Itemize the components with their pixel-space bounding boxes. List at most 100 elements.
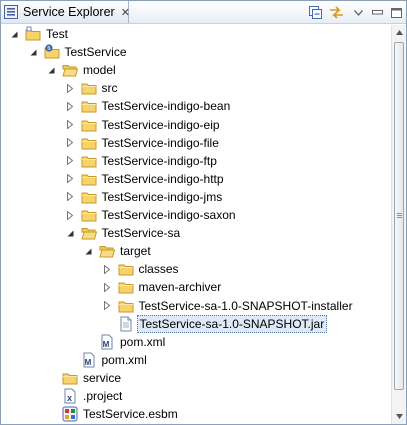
folder-open-icon xyxy=(62,62,79,78)
vertical-scrollbar[interactable] xyxy=(391,25,406,424)
scroll-down-arrow-icon[interactable] xyxy=(392,409,406,424)
view-title: Service Explorer xyxy=(23,5,115,19)
tree-item-label: TestService-sa-1.0-SNAPSHOT.jar xyxy=(136,314,328,333)
tree-item[interactable]: TestService-indigo-bean xyxy=(66,97,233,115)
tree-item-label: service xyxy=(83,370,122,385)
service-explorer-tab[interactable]: Service Explorer ✕ xyxy=(1,1,130,23)
tree-item-label: TestService.esbm xyxy=(83,407,178,422)
tree-item-label: TestService-indigo-http xyxy=(101,171,224,186)
collapse-twistie-icon[interactable] xyxy=(10,25,19,43)
expand-twistie-icon[interactable] xyxy=(66,206,75,224)
maven-pom-icon: M xyxy=(81,352,97,368)
folder-icon xyxy=(81,98,97,114)
tree-item[interactable]: src xyxy=(66,79,120,97)
xml-file-icon: x xyxy=(62,388,78,404)
tree-item-label: TestService-indigo-saxon xyxy=(101,208,236,222)
expand-twistie-icon[interactable] xyxy=(66,170,75,188)
file-icon xyxy=(118,316,134,332)
folder-icon xyxy=(81,171,97,187)
tree-item-label: TestService-sa xyxy=(101,226,181,241)
twistie-spacer xyxy=(47,405,56,423)
expand-twistie-icon[interactable] xyxy=(66,97,75,115)
expand-twistie-icon[interactable] xyxy=(66,188,75,206)
tree-item[interactable]: Test xyxy=(10,25,70,43)
folder-icon xyxy=(118,279,134,295)
tree-item-label: maven-archiver xyxy=(138,280,222,295)
collapse-twistie-icon[interactable] xyxy=(84,242,93,260)
tree-item-label: Test xyxy=(46,27,69,41)
tree-item[interactable]: target xyxy=(84,242,153,260)
view-menu-icon[interactable] xyxy=(351,5,366,20)
tree-item[interactable]: S TestService xyxy=(29,43,129,61)
folder-icon xyxy=(118,261,134,277)
scroll-up-arrow-icon[interactable] xyxy=(392,25,406,40)
tree-item[interactable]: TestService-sa-1.0-SNAPSHOT.jar xyxy=(103,314,328,333)
tree-item[interactable]: classes xyxy=(103,260,181,278)
minimize-icon[interactable] xyxy=(370,5,385,20)
tree-item-label: TestService-indigo-ftp xyxy=(101,153,217,168)
tree-item[interactable]: Mpom.xml xyxy=(84,333,167,351)
project-tree[interactable]: Test S TestService model src TestService-indi… xyxy=(1,25,391,424)
tree-item[interactable]: TestService-indigo-file xyxy=(66,134,221,152)
scrollbar-thumb[interactable] xyxy=(394,42,404,390)
close-icon[interactable]: ✕ xyxy=(121,6,130,19)
tree-item-label: TestService xyxy=(64,45,127,60)
folder-open-icon xyxy=(99,243,116,259)
twistie-spacer xyxy=(47,369,56,387)
tree-item-label: TestService-indigo-file xyxy=(101,135,219,150)
view-title-bar: Service Explorer ✕ xyxy=(1,1,406,24)
maximize-icon[interactable] xyxy=(389,5,404,20)
service-project-icon: S xyxy=(44,44,60,60)
tree-item-label: pom.xml xyxy=(101,352,147,367)
folder-icon xyxy=(81,153,97,169)
folder-icon xyxy=(81,189,97,205)
tree-item-label: target xyxy=(120,244,151,259)
expand-twistie-icon[interactable] xyxy=(66,152,75,170)
expand-twistie-icon[interactable] xyxy=(103,260,112,278)
expand-twistie-icon[interactable] xyxy=(66,134,75,152)
expand-twistie-icon[interactable] xyxy=(103,297,112,315)
expand-twistie-icon[interactable] xyxy=(66,116,75,134)
svg-text:M: M xyxy=(84,358,91,367)
tree-item-label: pom.xml xyxy=(120,334,166,349)
tree-item[interactable]: TestService-indigo-eip xyxy=(66,116,222,134)
expand-twistie-icon[interactable] xyxy=(103,278,112,296)
tree-item[interactable]: TestService.esbm xyxy=(47,405,180,423)
tree-item[interactable]: Mpom.xml xyxy=(66,351,149,369)
tree-item[interactable]: model xyxy=(47,61,118,79)
collapse-twistie-icon[interactable] xyxy=(66,224,75,242)
tree-item-label: src xyxy=(101,81,118,96)
tree-item[interactable]: x .project xyxy=(47,387,124,405)
tree-item-label: TestService-indigo-jms xyxy=(101,189,223,204)
tree-item[interactable]: maven-archiver xyxy=(103,278,224,296)
tree-item[interactable]: TestService-sa xyxy=(66,224,183,242)
tree-item-label: .project xyxy=(83,389,123,403)
collapse-twistie-icon[interactable] xyxy=(29,43,38,61)
service-explorer-view: Service Explorer ✕ Test S TestService mod xyxy=(0,0,407,425)
svg-text:M: M xyxy=(103,340,110,349)
tree-item[interactable]: TestService-indigo-jms xyxy=(66,188,225,206)
twistie-spacer xyxy=(66,351,75,369)
folder-icon xyxy=(81,207,97,223)
tree-item[interactable]: TestService-indigo-ftp xyxy=(66,152,219,170)
folder-icon xyxy=(118,298,134,314)
service-explorer-icon xyxy=(4,5,18,19)
twistie-spacer xyxy=(47,387,56,405)
collapse-all-icon[interactable] xyxy=(308,5,323,20)
twistie-spacer xyxy=(84,333,93,351)
folder-icon xyxy=(62,370,78,386)
tree-item[interactable]: TestService-indigo-saxon xyxy=(66,206,238,224)
esbm-file-icon xyxy=(62,406,78,422)
tree-item[interactable]: service xyxy=(47,369,123,387)
tree-item[interactable]: TestService-sa-1.0-SNAPSHOT-installer xyxy=(103,297,355,315)
expand-twistie-icon[interactable] xyxy=(66,79,75,97)
collapse-twistie-icon[interactable] xyxy=(47,61,56,79)
tree-item[interactable]: TestService-indigo-http xyxy=(66,170,226,188)
folder-icon xyxy=(81,80,97,96)
folder-icon xyxy=(81,135,97,151)
link-with-editor-icon[interactable] xyxy=(329,5,344,20)
folder-icon xyxy=(81,117,97,133)
tree-item-label: TestService-sa-1.0-SNAPSHOT-installer xyxy=(138,298,353,313)
svg-text:x: x xyxy=(67,393,72,403)
folder-open-icon xyxy=(80,225,97,241)
